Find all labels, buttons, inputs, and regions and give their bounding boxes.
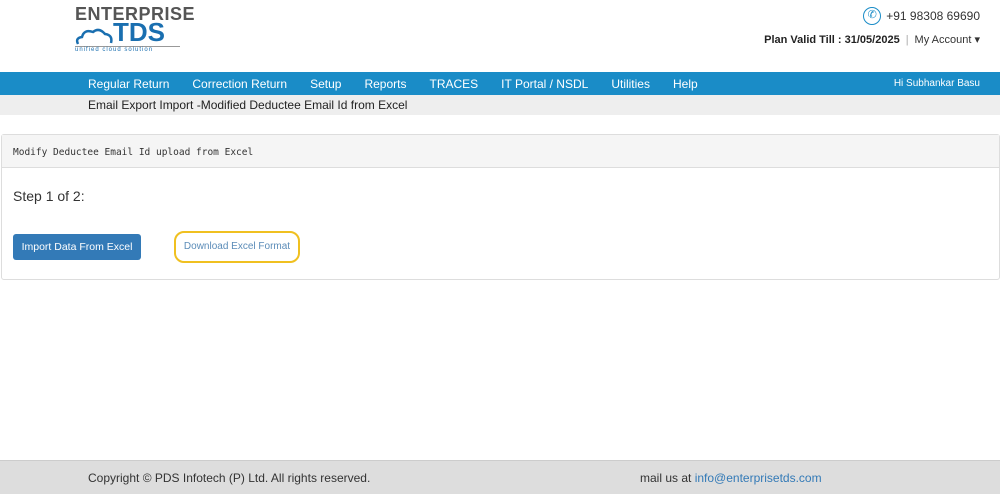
step-indicator: Step 1 of 2:	[13, 188, 85, 204]
nav-setup[interactable]: Setup	[310, 77, 341, 91]
nav-traces[interactable]: TRACES	[429, 77, 478, 91]
download-excel-format-link[interactable]: Download Excel Format	[174, 231, 300, 263]
phone-contact: ✆ +91 98308 69690	[863, 7, 980, 25]
copyright: Copyright © PDS Infotech (P) Ltd. All ri…	[88, 471, 371, 485]
phone-icon: ✆	[863, 7, 882, 25]
mail-prefix: mail us at	[640, 471, 692, 485]
nav-correction-return[interactable]: Correction Return	[192, 77, 287, 91]
my-account-label: My Account	[914, 34, 972, 46]
user-greeting: Hi Subhankar Basu	[893, 78, 980, 89]
mail-info: mail us at info@enterprisetds.com	[640, 471, 822, 485]
phone-number: +91 98308 69690	[886, 9, 980, 23]
nav-help[interactable]: Help	[673, 77, 698, 91]
footer: Copyright © PDS Infotech (P) Ltd. All ri…	[0, 460, 1000, 494]
cloud-icon	[75, 28, 113, 45]
caret-down-icon: ▾	[974, 34, 980, 46]
nav-reports[interactable]: Reports	[364, 77, 406, 91]
import-excel-button[interactable]: Import Data From Excel	[13, 234, 141, 260]
panel-title: Modify Deductee Email Id upload from Exc…	[2, 135, 999, 168]
my-account-dropdown[interactable]: My Account ▾	[915, 34, 980, 46]
breadcrumb: Email Export Import -Modified Deductee E…	[0, 95, 1000, 115]
nav-it-portal[interactable]: IT Portal / NSDL	[501, 77, 588, 91]
plan-valid: Plan Valid Till : 31/05/2025	[764, 34, 900, 46]
separator: |	[905, 34, 909, 46]
plan-info: Plan Valid Till : 31/05/2025 | My Account …	[764, 33, 980, 46]
logo[interactable]: ENTERPRISE TDS unified cloud solution	[75, 4, 195, 53]
nav-regular-return[interactable]: Regular Return	[88, 77, 169, 91]
email-link[interactable]: info@enterprisetds.com	[695, 471, 822, 485]
upload-panel: Modify Deductee Email Id upload from Exc…	[1, 134, 1000, 280]
nav-utilities[interactable]: Utilities	[611, 77, 650, 91]
main-nav: Regular Return Correction Return Setup R…	[0, 72, 1000, 95]
